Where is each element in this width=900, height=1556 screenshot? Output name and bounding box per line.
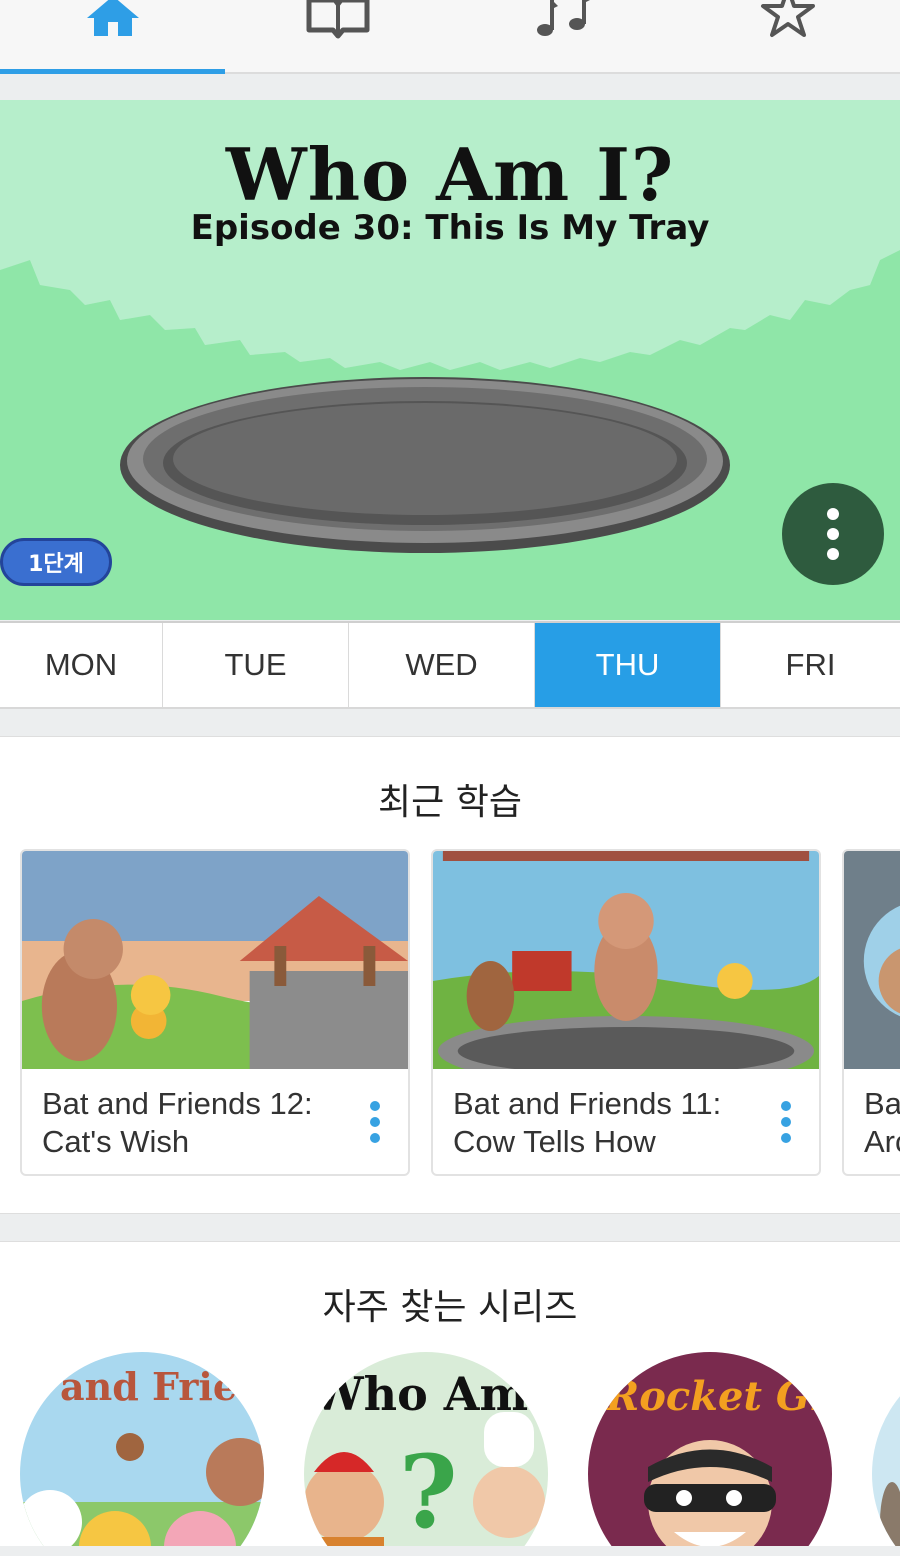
day-tab-mon[interactable]: MON — [0, 623, 163, 707]
more-dot — [370, 1101, 380, 1111]
episode-thumbnail — [433, 851, 819, 1069]
hero-more-button[interactable] — [782, 483, 884, 585]
series-item[interactable]: and Frie — [20, 1352, 264, 1546]
episode-series-title: Who Am I? — [225, 132, 675, 217]
featured-episode-banner[interactable]: Who Am I? Episode 30: This Is My Tray 1단… — [0, 100, 900, 620]
card-title-line: Cat's Wish — [42, 1124, 190, 1159]
more-dot — [827, 548, 839, 560]
more-dot — [781, 1117, 791, 1127]
more-dot — [370, 1133, 380, 1143]
frequent-series-title: 자주 찾는 시리즈 — [322, 1287, 578, 1328]
day-tab-tue[interactable]: TUE — [163, 623, 349, 707]
card-title: Bat and Friends 12: Cat's Wish — [42, 1085, 342, 1161]
day-tab-fri[interactable]: FRI — [721, 623, 900, 707]
card-title-line: Bat and Friends 11: — [453, 1086, 722, 1121]
more-dot — [827, 528, 839, 540]
card-title: Bat and Friends 11: Cow Tells How — [453, 1085, 753, 1161]
day-selector: MON TUE WED THU FRI — [0, 621, 900, 709]
series-thumbnail: and Frie — [20, 1352, 264, 1546]
recent-card[interactable]: Ba Arc — [842, 849, 900, 1176]
series-item[interactable]: Rocket Gi — [588, 1352, 832, 1546]
recent-learning-title: 최근 학습 — [378, 782, 522, 823]
card-more-button[interactable] — [781, 1101, 791, 1143]
recent-card[interactable]: Bat and Friends 12: Cat's Wish — [20, 849, 410, 1176]
star-icon — [760, 0, 815, 37]
tab-music[interactable] — [450, 0, 675, 72]
more-dot — [827, 508, 839, 520]
top-nav — [0, 0, 900, 74]
recent-learning-section: 최근 학습 Bat and Friends 12: Cat's Wish Bat… — [0, 736, 900, 1214]
more-dot — [370, 1117, 380, 1127]
series-thumbnail: Rocket Gi — [588, 1352, 832, 1546]
card-more-button[interactable] — [370, 1101, 380, 1143]
day-tab-thu[interactable]: THU — [535, 623, 721, 707]
series-item[interactable] — [872, 1352, 900, 1546]
series-logo-text: Rocket Gi — [605, 1373, 825, 1420]
card-title-line: Bat and Friends 12: — [42, 1086, 313, 1121]
card-title-line: Cow Tells How — [453, 1124, 656, 1159]
more-dot — [781, 1133, 791, 1143]
tab-favorites[interactable] — [675, 0, 900, 72]
tab-home[interactable] — [0, 0, 225, 74]
book-icon — [306, 0, 369, 39]
music-note-icon — [536, 0, 590, 36]
question-mark-icon: ? — [399, 1433, 458, 1546]
series-logo-text: Who Am I — [311, 1367, 548, 1421]
card-title-line: Ba — [864, 1086, 900, 1121]
tab-library[interactable] — [225, 0, 450, 72]
home-icon — [86, 0, 139, 36]
more-dot — [781, 1101, 791, 1111]
tray-illustration — [120, 377, 730, 553]
series-item[interactable]: ? Who Am I — [304, 1352, 548, 1546]
series-logo-text: and Frie — [60, 1364, 237, 1409]
level-badge: 1단계 — [0, 538, 112, 586]
series-thumbnail: ? Who Am I — [304, 1352, 548, 1546]
episode-subtitle: Episode 30: This Is My Tray — [190, 208, 710, 248]
day-tab-wed[interactable]: WED — [349, 623, 535, 707]
frequent-series-section: 자주 찾는 시리즈 and Frie ? Who Am I Rocket Gi — [0, 1241, 900, 1546]
series-thumbnail — [872, 1352, 900, 1546]
recent-card[interactable]: Bat and Friends 11: Cow Tells How — [431, 849, 821, 1176]
card-title: Ba Arc — [864, 1085, 900, 1161]
card-title-line: Arc — [864, 1124, 900, 1159]
episode-thumbnail — [22, 851, 408, 1069]
episode-thumbnail — [844, 851, 900, 1069]
